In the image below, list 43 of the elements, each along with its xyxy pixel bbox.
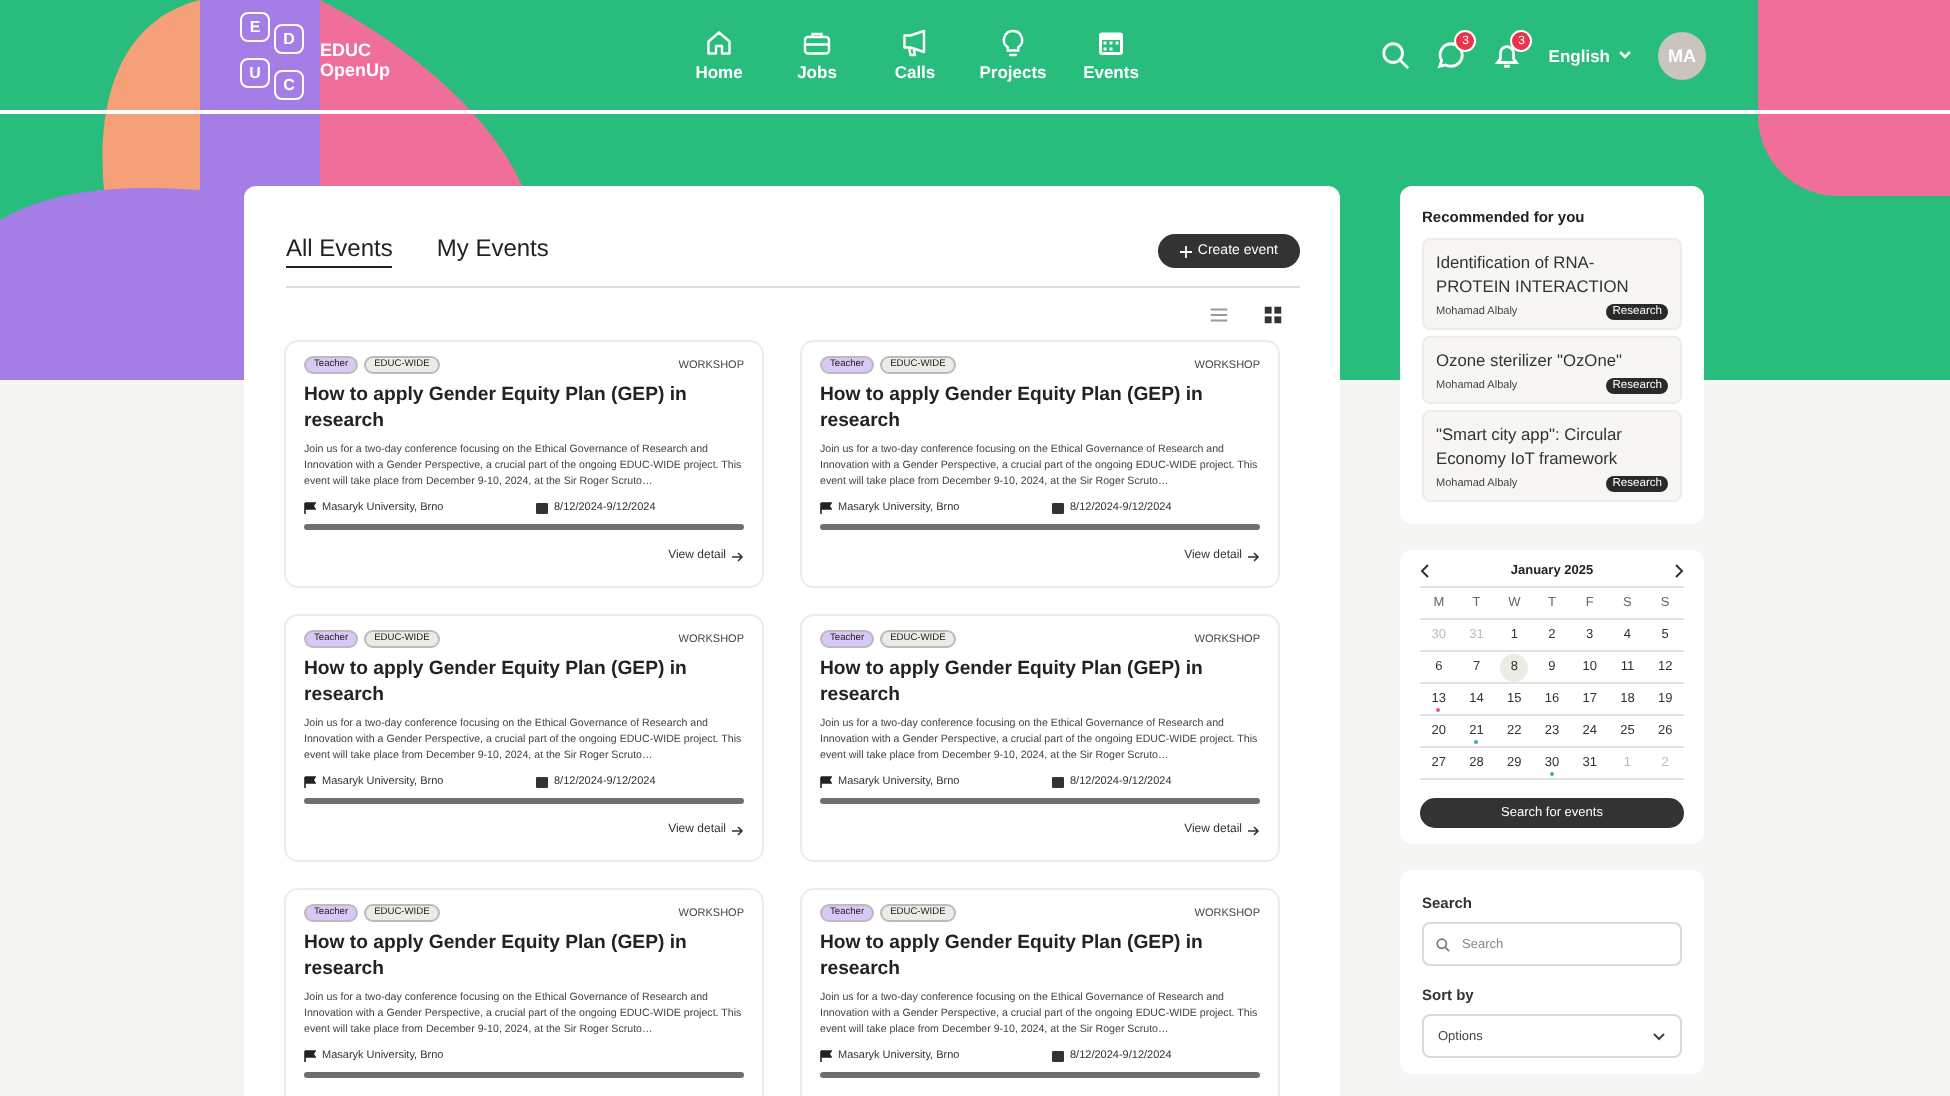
- briefcase-icon: [802, 28, 832, 58]
- arrow-right-icon: [732, 825, 744, 835]
- calendar-icon: [536, 776, 548, 788]
- item-title: Identification of RNA-PROTEIN INTERACTION: [1436, 250, 1631, 298]
- calendar-icon: [1096, 28, 1126, 58]
- bell-icon[interactable]: [1492, 40, 1523, 70]
- arrow-right-icon: [732, 551, 744, 561]
- flag-icon: [820, 1050, 832, 1062]
- calendar-icon: [1052, 776, 1064, 788]
- grid-view-icon[interactable]: [1262, 304, 1284, 326]
- chevron-down-icon: [1652, 1031, 1666, 1041]
- flag-icon: [820, 502, 832, 514]
- event-title: How to apply Gender Equity Plan (GEP) in research: [820, 930, 1205, 982]
- event-title: How to apply Gender Equity Plan (GEP) in research: [304, 382, 689, 434]
- chevron-right-icon[interactable]: [1673, 564, 1684, 578]
- tab[interactable]: My Events: [436, 234, 549, 268]
- item-title: Ozone sterilizer "OzOne": [1436, 348, 1624, 372]
- tab[interactable]: All Events: [286, 234, 393, 268]
- brand-name: EDUC OpenUp: [320, 39, 390, 79]
- flag-icon: [820, 776, 832, 788]
- event-title: How to apply Gender Equity Plan (GEP) in research: [820, 382, 1205, 434]
- arrow-right-icon: [1248, 551, 1260, 561]
- event-title: How to apply Gender Equity Plan (GEP) in research: [304, 656, 689, 708]
- arrow-right-icon: [1248, 825, 1260, 835]
- calendar-icon: [1052, 502, 1064, 514]
- chevron-left-icon[interactable]: [1420, 564, 1430, 578]
- home-icon: [704, 28, 734, 58]
- search-icon: [1436, 937, 1450, 951]
- list-view-icon[interactable]: [1208, 304, 1230, 326]
- flag-icon: [304, 776, 316, 788]
- item-title: "Smart city app": Circular Economy IoT framework: [1436, 422, 1624, 470]
- flag-icon: [304, 502, 316, 514]
- chevron-down-icon: [1618, 50, 1632, 60]
- event-title: How to apply Gender Equity Plan (GEP) in research: [820, 656, 1205, 708]
- calendar-icon: [1052, 1050, 1064, 1062]
- calendar-icon: [536, 502, 548, 514]
- chat-icon[interactable]: [1436, 40, 1467, 70]
- search-icon[interactable]: [1380, 40, 1411, 70]
- plus-icon: [1179, 245, 1192, 257]
- bulb-icon: [998, 28, 1028, 58]
- event-title: How to apply Gender Equity Plan (GEP) in research: [304, 930, 689, 982]
- flag-icon: [304, 1050, 316, 1062]
- megaphone-icon: [900, 28, 930, 58]
